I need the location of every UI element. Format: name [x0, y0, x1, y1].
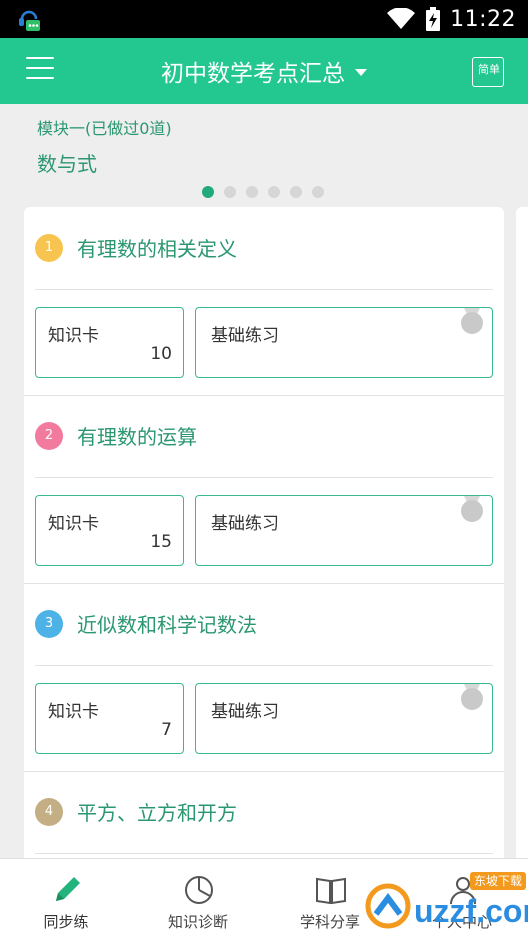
knowledge-card-button[interactable]: 知识卡 15: [35, 495, 184, 566]
next-card-peek[interactable]: [516, 207, 528, 907]
uzzf-watermark-logo: 东坡下载 uzzf.com: [365, 872, 528, 929]
app-header: 初中数学考点汇总 简单: [0, 38, 528, 104]
knowledge-card-button[interactable]: 知识卡 7: [35, 683, 184, 754]
divider: [35, 289, 493, 290]
page-dot[interactable]: [290, 186, 302, 198]
divider: [35, 477, 493, 478]
medal-icon: [461, 684, 483, 710]
topic-section: 3 近似数和科学记数法 知识卡 7 基础练习: [24, 583, 504, 772]
module-subtitle: 模块一(已做过0道): [37, 119, 172, 138]
topic-header[interactable]: 1 有理数的相关定义: [24, 207, 504, 289]
module-title: 数与式: [37, 152, 97, 176]
basic-practice-button[interactable]: 基础练习: [195, 495, 493, 566]
practice-label: 基础练习: [211, 514, 279, 534]
topic-title: 有理数的运算: [77, 425, 197, 449]
knowledge-card-label: 知识卡: [48, 514, 99, 534]
knowledge-card-button[interactable]: 知识卡 10: [35, 307, 184, 378]
knowledge-card-count: 7: [161, 720, 172, 740]
topic-title: 近似数和科学记数法: [77, 613, 257, 637]
knowledge-card-count: 15: [150, 532, 172, 552]
book-icon: [316, 877, 346, 905]
topic-header[interactable]: 3 近似数和科学记数法: [24, 583, 504, 665]
page-dot[interactable]: [224, 186, 236, 198]
wifi-icon: [387, 8, 416, 29]
medal-icon: [461, 308, 483, 334]
knowledge-card-count: 10: [150, 344, 172, 364]
battery-charging-icon: [426, 7, 441, 31]
page-dot[interactable]: [268, 186, 280, 198]
page-indicator: [202, 186, 324, 198]
topic-section: 1 有理数的相关定义 知识卡 10 基础练习: [24, 207, 504, 396]
knowledge-card-label: 知识卡: [48, 326, 99, 346]
nav-label: 同步练: [43, 913, 89, 931]
medal-icon: [461, 496, 483, 522]
divider: [35, 665, 493, 666]
pie-chart-icon: [185, 876, 213, 904]
topic-number-badge: 2: [35, 422, 63, 450]
page-title: 初中数学考点汇总: [161, 61, 345, 87]
pencil-icon: [56, 877, 80, 901]
topic-number-badge: 4: [35, 798, 63, 826]
chat-notification-icon: [19, 10, 40, 31]
topic-title: 平方、立方和开方: [77, 801, 237, 825]
topic-title: 有理数的相关定义: [77, 237, 237, 261]
clock: 11:22: [450, 6, 516, 32]
page-dot[interactable]: [246, 186, 258, 198]
watermark-tag: 东坡下载: [474, 874, 522, 888]
topic-section: 2 有理数的运算 知识卡 15 基础练习: [24, 395, 504, 584]
caret-down-icon: [355, 68, 367, 76]
topic-number-badge: 3: [35, 610, 63, 638]
nav-item-sync-practice[interactable]: 同步练: [0, 859, 132, 941]
nav-item-knowledge-diagnosis[interactable]: 知识诊断: [132, 859, 264, 941]
topic-number-badge: 1: [35, 234, 63, 262]
page-dot[interactable]: [312, 186, 324, 198]
divider: [35, 853, 493, 854]
difficulty-toggle-button[interactable]: 简单: [472, 54, 506, 88]
watermark-text: uzzf.com: [414, 893, 528, 929]
basic-practice-button[interactable]: 基础练习: [195, 307, 493, 378]
basic-practice-button[interactable]: 基础练习: [195, 683, 493, 754]
topic-header[interactable]: 2 有理数的运算: [24, 395, 504, 477]
practice-label: 基础练习: [211, 702, 279, 722]
topic-header[interactable]: 4 平方、立方和开方: [24, 771, 504, 853]
subject-dropdown[interactable]: 初中数学考点汇总: [0, 38, 528, 104]
nav-label: 知识诊断: [167, 913, 228, 931]
knowledge-card-label: 知识卡: [48, 702, 99, 722]
status-bar: 11:22: [0, 0, 528, 38]
page-dot[interactable]: [202, 186, 214, 198]
practice-label: 基础练习: [211, 326, 279, 346]
difficulty-label: 简单: [478, 63, 500, 76]
topic-card: 1 有理数的相关定义 知识卡 10 基础练习 2 有理数的运算 知识卡 15 基…: [24, 207, 504, 907]
